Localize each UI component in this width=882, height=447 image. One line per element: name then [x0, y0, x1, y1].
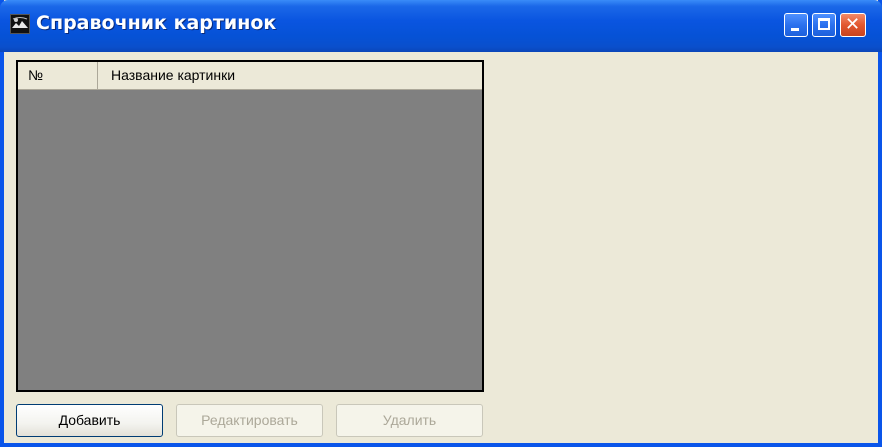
close-button[interactable]: ✕	[840, 13, 866, 37]
close-icon: ✕	[845, 14, 861, 35]
title-bar[interactable]: Справочник картинок ✕	[0, 0, 882, 52]
maximize-button[interactable]	[812, 13, 836, 37]
minimize-icon	[791, 28, 799, 31]
maximize-icon	[818, 18, 830, 30]
column-header-number[interactable]: №	[18, 62, 98, 89]
minimize-button[interactable]	[784, 13, 808, 37]
pictures-list[interactable]: № Название картинки	[16, 60, 484, 392]
delete-button[interactable]: Удалить	[336, 404, 483, 437]
list-header: № Название картинки	[18, 62, 482, 90]
picture-app-icon	[10, 14, 30, 34]
window-title: Справочник картинок	[36, 12, 277, 34]
dialog-window: Справочник картинок ✕ № Название картинк…	[0, 0, 882, 447]
edit-button[interactable]: Редактировать	[176, 404, 323, 437]
add-button[interactable]: Добавить	[16, 404, 163, 437]
column-header-picture-name[interactable]: Название картинки	[99, 62, 482, 89]
